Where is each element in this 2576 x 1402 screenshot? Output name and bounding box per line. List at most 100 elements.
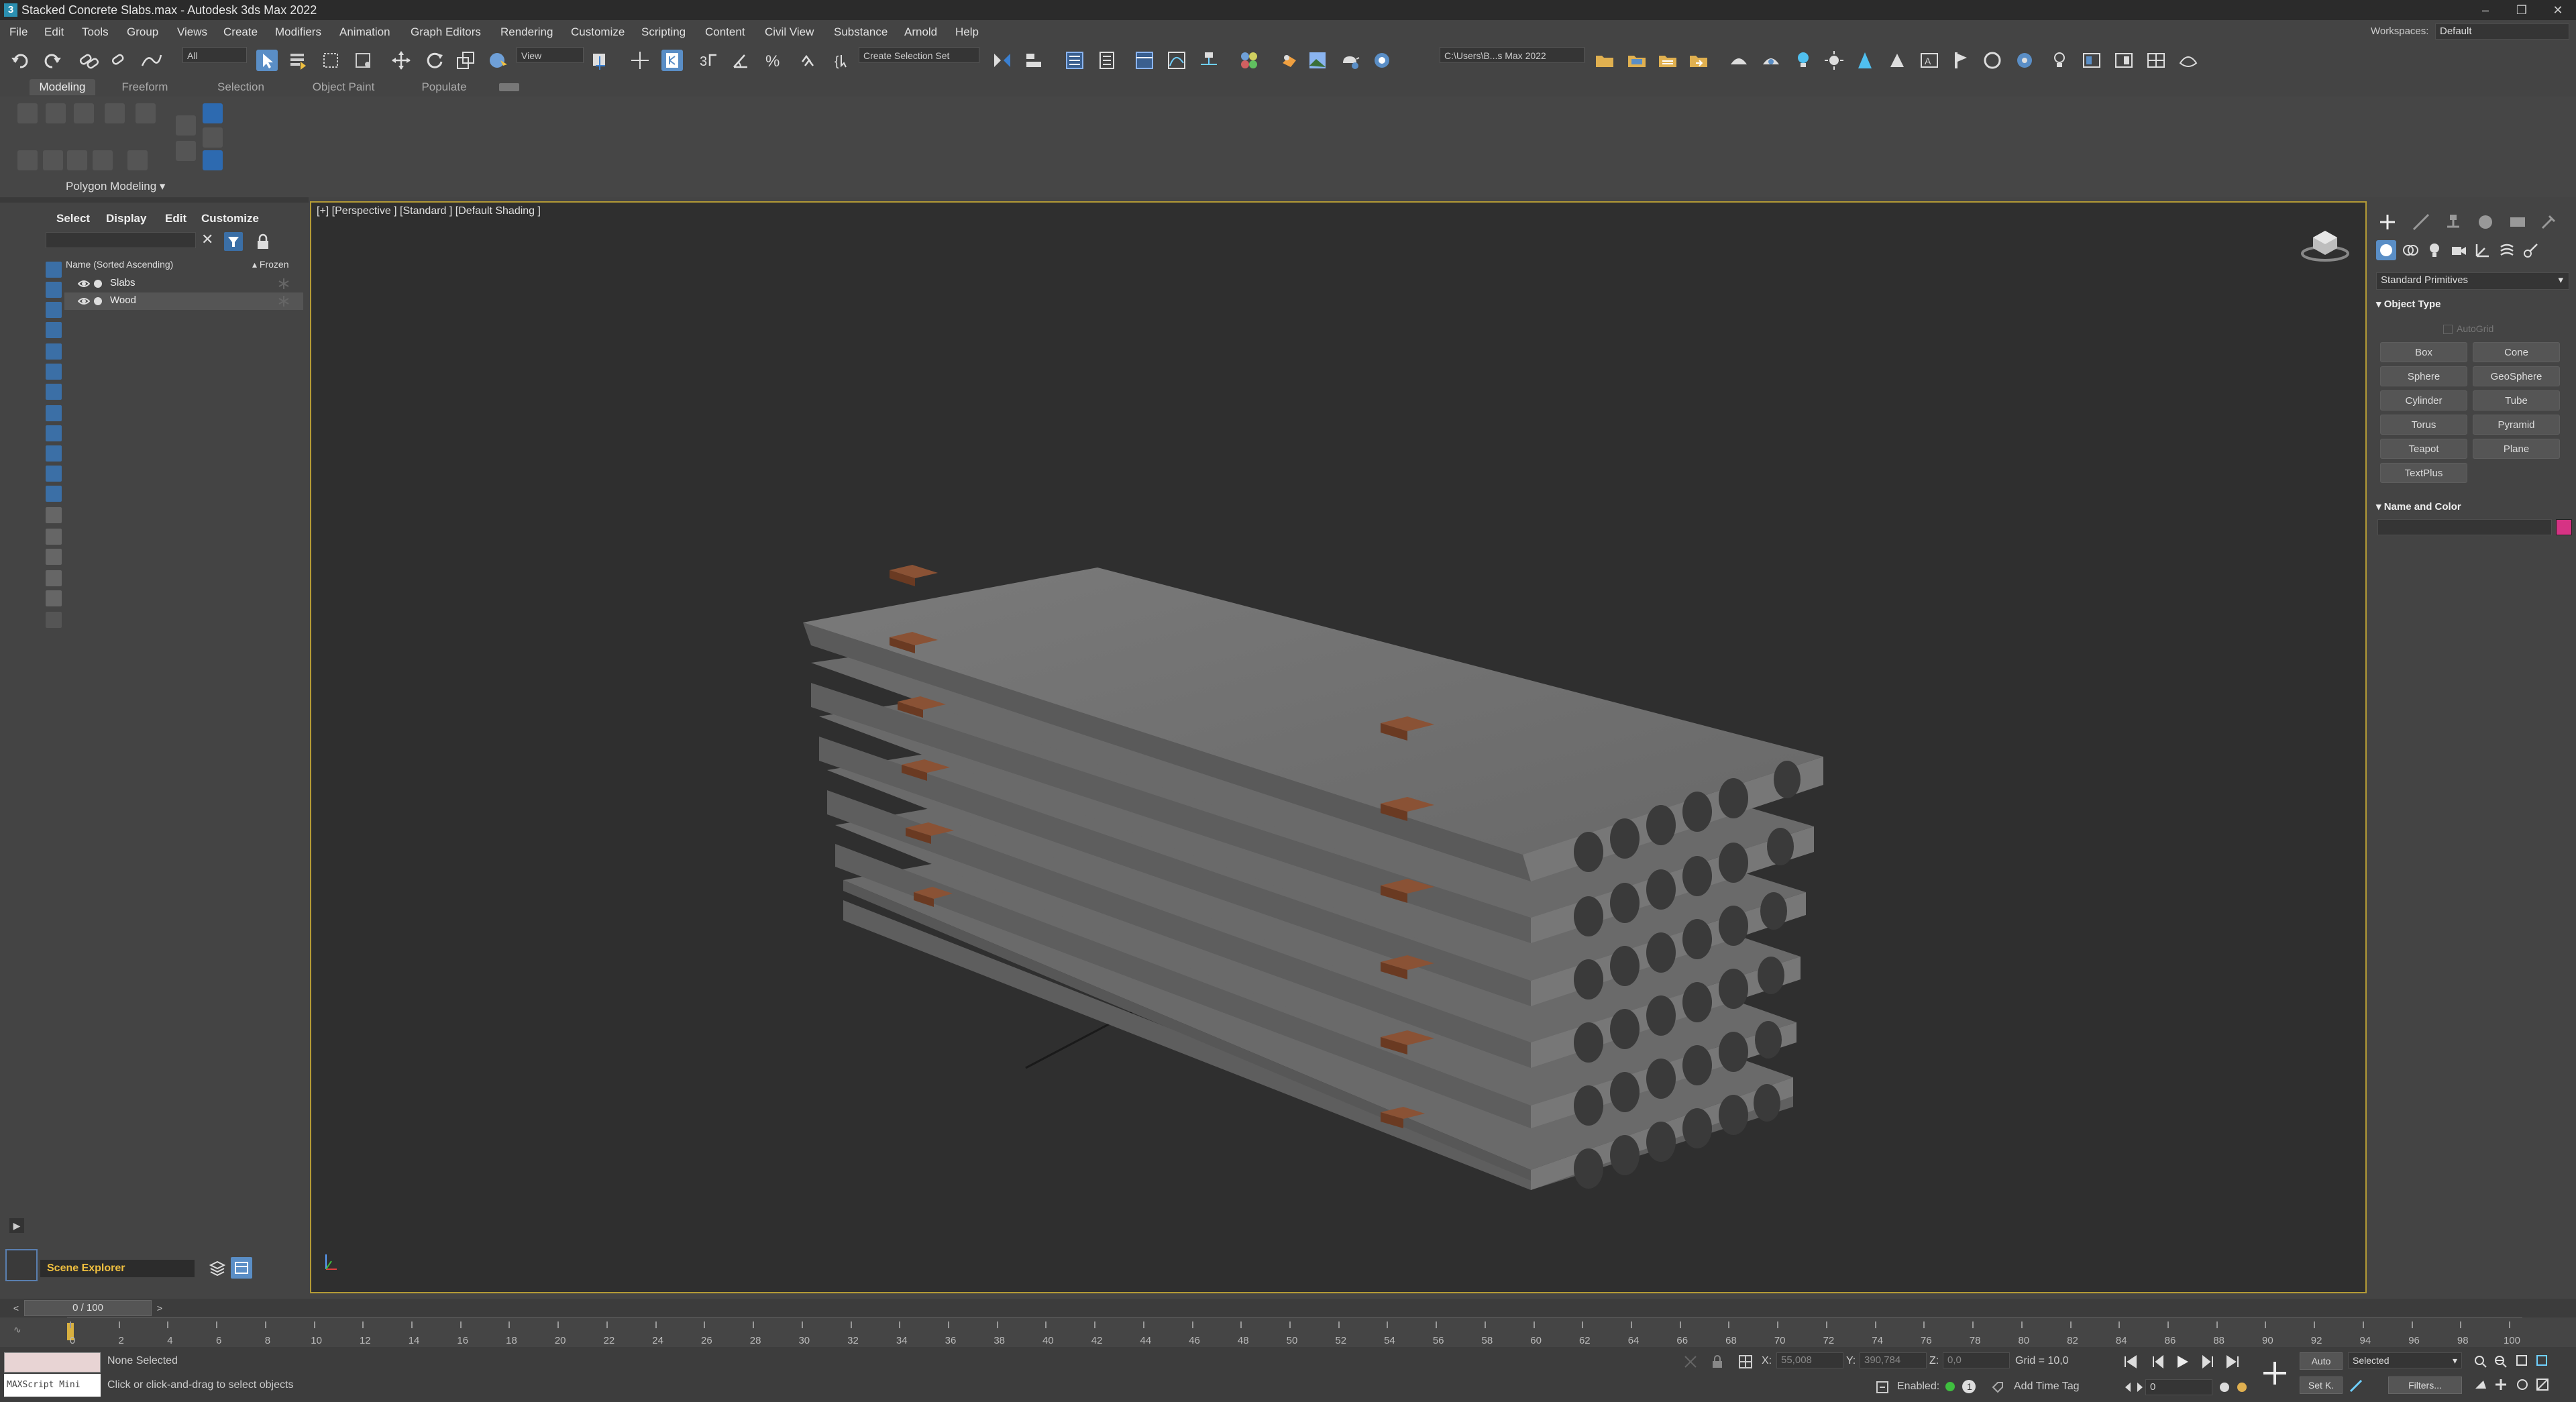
ribbon-tool-icon[interactable] [67,150,87,170]
select-by-name-button[interactable] [287,50,309,71]
pyramid-button[interactable]: Pyramid [2473,415,2560,435]
ribbon-tool-icon[interactable] [203,103,223,123]
arnold-volume-button[interactable] [1982,50,2003,71]
ribbon-tool-icon[interactable] [203,127,223,148]
display-spacewarps-icon[interactable] [46,364,62,380]
arnold-render-view-button[interactable] [2081,50,2102,71]
ribbon-tool-icon[interactable] [17,103,38,123]
display-cameras-icon[interactable] [46,322,62,338]
display-xrefs-icon[interactable] [46,405,62,421]
absolute-mode-icon[interactable] [1737,1354,1754,1370]
move-button[interactable] [390,50,412,71]
rendered-frame-window-button[interactable] [1307,50,1328,71]
arnold-settings-button[interactable] [2014,50,2035,71]
column-name-header[interactable]: Name (Sorted Ascending) [66,259,173,270]
display-invert-icon[interactable] [46,549,62,565]
ribbon-tool-icon[interactable] [105,103,125,123]
geosphere-button[interactable]: GeoSphere [2473,366,2560,386]
layers-icon[interactable] [209,1260,225,1276]
set-key-plus-icon[interactable] [2261,1359,2289,1387]
menu-customize[interactable]: Customize [571,25,625,39]
render-toggle-icon[interactable] [93,296,103,307]
pivot-center-button[interactable] [589,50,610,71]
display-all-icon[interactable] [46,507,62,523]
menu-animation[interactable]: Animation [339,25,390,39]
explorer-tab-customize[interactable]: Customize [201,212,259,225]
curve-editor-button[interactable] [1166,50,1187,71]
ribbon-panel-label[interactable]: Polygon Modeling ▾ [66,180,165,193]
arnold-light-manager-button[interactable] [2049,50,2070,71]
ribbon-tool-icon[interactable] [46,103,66,123]
current-frame-field[interactable]: 0 [2145,1379,2212,1395]
menu-views[interactable]: Views [177,25,207,39]
time-tag-icon[interactable] [1991,1381,2004,1394]
undo-redo-icon[interactable] [9,50,63,71]
textplus-button[interactable]: TextPlus [2380,463,2467,483]
toggle-layer-explorer-button[interactable] [1096,50,1118,71]
auto-key-button[interactable]: Auto [2300,1352,2343,1370]
render-setup-button[interactable] [1279,50,1300,71]
x-coordinate-field[interactable]: 55,008 [1776,1352,1843,1368]
explorer-thumb-icon[interactable] [5,1249,38,1281]
shapes-category-icon[interactable] [2402,241,2419,259]
box-button[interactable]: Box [2380,342,2467,362]
set-key-button[interactable]: Set K. [2300,1377,2343,1394]
motion-tab-icon[interactable] [2475,212,2496,232]
ribbon-tool-icon[interactable] [43,150,63,170]
explorer-search-input[interactable] [46,232,196,248]
tab-populate[interactable]: Populate [412,79,476,95]
display-helpers-icon[interactable] [46,343,62,360]
object-type-rollout[interactable]: ▾ Object Type [2376,298,2440,310]
link-unlink-bind-icon[interactable] [78,50,165,71]
lights-category-icon[interactable] [2426,241,2443,259]
arnold-light-button[interactable] [1792,50,1814,71]
menu-scripting[interactable]: Scripting [641,25,686,39]
selection-lock-icon[interactable] [1709,1354,1725,1370]
list-item[interactable]: Slabs [64,275,303,292]
lock-icon[interactable] [255,233,271,251]
hierarchy-tab-icon[interactable] [2443,212,2463,232]
helpers-category-icon[interactable] [2474,241,2491,259]
tab-object-paint[interactable]: Object Paint [302,79,385,95]
project-path-dropdown[interactable]: C:\Users\B...s Max 2022 [1440,47,1585,63]
prev-frame-icon[interactable]: < [9,1301,23,1315]
explorer-tab-display[interactable]: Display [106,212,146,225]
material-editor-button[interactable] [1238,50,1260,71]
plane-button[interactable]: Plane [2473,439,2560,459]
toggle-scene-explorer-button[interactable] [1064,50,1085,71]
arnold-shader-button[interactable] [1886,50,1908,71]
next-frame-icon[interactable]: > [153,1301,166,1315]
keyboard-shortcut-override-button[interactable] [661,50,683,71]
modify-tab-icon[interactable] [2411,212,2431,232]
ribbon-tool-icon[interactable] [176,115,196,136]
ribbon-tool-icon[interactable] [127,150,148,170]
display-bones-icon[interactable] [46,425,62,441]
list-item[interactable]: Wood [64,292,303,310]
key-filter-dropdown[interactable]: Selected ▾ [2348,1352,2462,1368]
viewport-navigation-icons[interactable] [2473,1354,2573,1397]
tube-button[interactable]: Tube [2473,390,2560,411]
mirror-button[interactable] [991,50,1013,71]
schematic-view-button[interactable] [1198,50,1220,71]
select-manipulate-button[interactable] [629,50,651,71]
maxscript-listener-input[interactable] [4,1352,101,1372]
menu-substance[interactable]: Substance [834,25,888,39]
arnold-tool-2-button[interactable] [1760,50,1782,71]
menu-create[interactable]: Create [223,25,258,39]
y-coordinate-field[interactable]: 390,784 [1860,1352,1927,1368]
utilities-tab-icon[interactable] [2538,212,2559,232]
frame-counter[interactable]: 0 / 100 [24,1300,152,1316]
arnold-aov-button[interactable]: A [1919,50,1940,71]
display-lights-icon[interactable] [46,302,62,318]
spinner-snap-button[interactable] [797,50,818,71]
ribbon-tool-icon[interactable] [176,141,196,161]
name-color-rollout[interactable]: ▾ Name and Color [2376,500,2461,513]
ribbon-tool-icon[interactable] [17,150,38,170]
select-object-button[interactable] [256,50,278,71]
folder-outline-icon[interactable] [46,612,62,628]
folder-list-button[interactable] [1657,50,1678,71]
scene-explorer-footer[interactable]: Scene Explorer [40,1260,195,1277]
primitive-category-dropdown[interactable]: Standard Primitives ▾ [2376,272,2569,290]
ribbon-options-icon[interactable] [499,83,519,91]
open-folder-button[interactable] [1626,50,1648,71]
